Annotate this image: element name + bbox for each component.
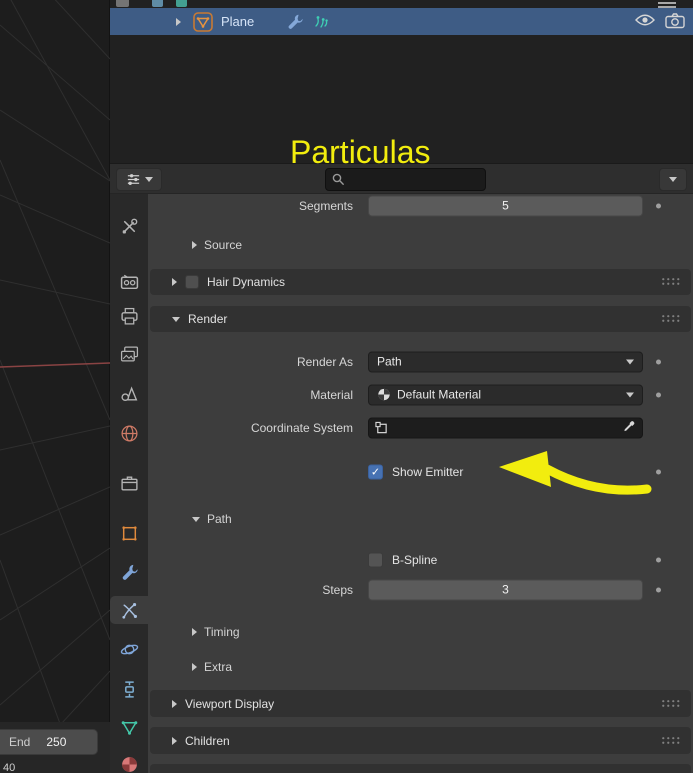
clipped-row-icon [116,0,129,7]
outliner-row-plane[interactable]: Plane [110,8,693,35]
chevron-down-icon [192,516,200,522]
chevron-down-icon [626,392,634,397]
object-icon [375,421,387,433]
section-extra[interactable]: Extra [192,656,232,678]
filter-icon[interactable] [658,0,676,8]
hair-dynamics-checkbox[interactable] [185,275,199,289]
chevron-right-icon [172,699,177,708]
tab-render[interactable] [110,268,148,296]
chevron-down-icon [626,359,634,364]
viewport-grid [0,0,111,773]
properties-tab-strip [110,194,148,773]
chevron-right-icon [172,736,177,745]
frame-end-label: End [9,735,31,749]
chevron-down-icon [172,316,180,322]
section-path[interactable]: Path [192,508,232,530]
properties-header [110,163,693,194]
tab-modifiers[interactable] [110,558,148,586]
tab-collection[interactable] [110,469,148,497]
animate-dot[interactable] [656,203,661,208]
tab-particles[interactable] [110,596,148,624]
tab-object[interactable] [110,519,148,547]
segments-label: Segments [298,198,353,213]
tab-physics[interactable] [110,635,148,663]
header-options-button[interactable] [659,168,687,191]
x-axis-line [0,362,111,368]
clipped-row-icon [152,0,163,7]
render-as-dropdown[interactable]: Path [368,351,643,372]
b-spline-checkbox[interactable] [368,552,383,567]
mesh-data-icon [193,11,213,32]
search-input[interactable] [325,168,486,191]
b-spline-label: B-Spline [392,552,438,567]
tab-scene[interactable] [110,379,148,407]
show-emitter-checkbox[interactable]: ✓ [368,464,383,480]
particles-icon[interactable] [313,13,330,30]
animate-dot[interactable] [656,392,661,397]
panel-grip-icon[interactable] [661,275,681,289]
section-children[interactable]: Children [150,727,691,754]
tab-material[interactable] [110,750,148,773]
particle-properties-panel: Segments 5 Source Hair Dynamics Render R… [148,194,693,773]
chevron-right-icon [172,278,177,286]
blender-window: End 250 40 Plane Segments 5 Source Hair … [0,0,693,773]
section-source[interactable]: Source [192,234,242,256]
object-name[interactable]: Plane [221,14,254,29]
steps-field[interactable]: 3 [368,579,643,600]
chevron-down-icon [144,177,153,182]
viewport-3d[interactable]: End 250 40 [0,0,111,773]
animate-dot[interactable] [656,587,661,592]
section-hair-shape[interactable]: Hair Shape [150,764,691,773]
chevron-down-icon [669,177,677,182]
corner-frame-text: 40 [3,762,16,773]
tab-view-layer[interactable] [110,340,148,368]
chevron-right-icon [192,241,197,249]
chevron-right-icon [192,663,197,671]
animate-dot[interactable] [656,557,661,562]
material-dropdown[interactable]: Default Material [368,384,643,405]
tab-world[interactable] [110,419,148,447]
coordinate-system-label: Coordinate System [250,420,353,435]
expand-icon[interactable] [176,17,181,26]
outliner-panel: Plane [110,0,693,163]
section-render[interactable]: Render [150,306,691,332]
frame-end-field[interactable]: End 250 [0,729,98,755]
disable-render-camera-icon[interactable] [665,12,685,32]
eyedropper-icon[interactable] [623,420,636,436]
chevron-right-icon [192,628,197,636]
panel-grip-icon[interactable] [661,312,681,326]
editor-type-button[interactable] [116,168,162,191]
segments-field[interactable]: 5 [368,195,643,216]
clipped-row-icon [176,0,187,7]
show-emitter-label: Show Emitter [392,465,464,479]
panel-grip-icon[interactable] [661,697,681,711]
section-timing[interactable]: Timing [192,621,240,643]
frame-end-value: 250 [46,735,67,749]
hide-viewport-eye-icon[interactable] [635,13,655,30]
animate-dot[interactable] [656,359,661,364]
search-box [325,168,486,191]
tab-constraints[interactable] [110,675,148,703]
coordinate-system-field[interactable] [368,417,643,438]
panel-grip-icon[interactable] [661,734,681,748]
section-viewport-display[interactable]: Viewport Display [150,690,691,717]
animate-dot[interactable] [656,469,661,475]
material-label: Material [310,387,353,402]
tab-tool[interactable] [110,212,148,240]
steps-label: Steps [322,582,353,597]
timeline-strip: End 250 40 [0,722,110,773]
section-hair-dynamics[interactable]: Hair Dynamics [150,269,691,295]
material-sphere-icon [378,388,390,401]
properties-editor-icon [127,174,139,185]
modifier-wrench-icon[interactable] [286,13,303,30]
tab-object-data[interactable] [110,713,148,741]
render-as-label: Render As [296,354,353,369]
tab-output[interactable] [110,302,148,330]
